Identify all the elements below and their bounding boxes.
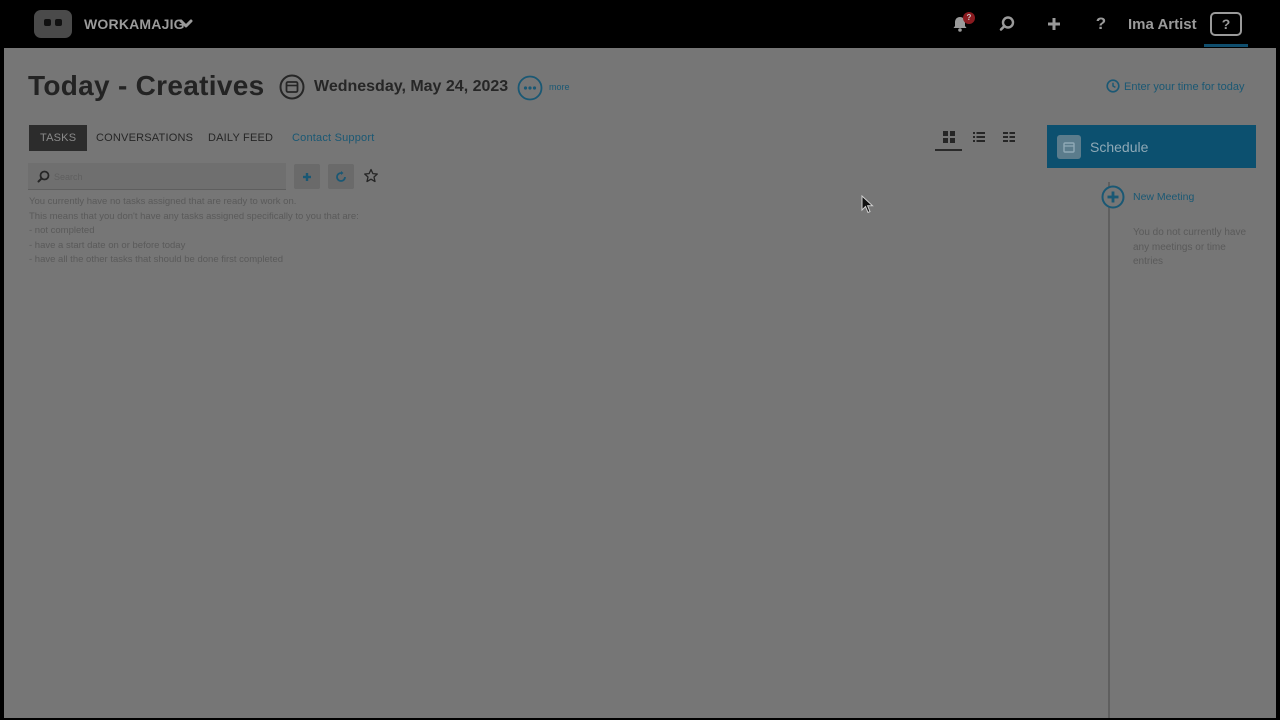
add-task-button[interactable] <box>294 164 320 189</box>
refresh-icon <box>336 171 346 182</box>
current-date[interactable]: Wednesday, May 24, 2023 <box>314 78 508 96</box>
schedule-header[interactable]: Schedule <box>1047 125 1256 168</box>
search-icon[interactable] <box>997 14 1017 34</box>
help-box-button[interactable]: ? <box>1210 12 1242 36</box>
no-tasks-line: This means that you don't have any tasks… <box>29 210 359 222</box>
logo-eye-right <box>55 19 62 26</box>
task-search-box[interactable] <box>28 163 286 190</box>
more-icon[interactable] <box>517 75 543 101</box>
search-input[interactable] <box>54 167 279 186</box>
clock-icon[interactable] <box>1106 79 1120 93</box>
help-active-indicator <box>1204 44 1248 47</box>
no-tasks-message: You currently have no tasks assigned tha… <box>29 195 359 268</box>
contact-support-link[interactable]: Contact Support <box>292 125 375 151</box>
refresh-button[interactable] <box>328 164 354 189</box>
help-icon[interactable]: ? <box>1091 14 1111 34</box>
notification-badge: ? <box>963 12 975 24</box>
schedule-divider <box>1108 182 1110 718</box>
add-circle-icon[interactable] <box>1101 185 1125 209</box>
tab-daily-feed[interactable]: DAILY FEED <box>208 125 273 151</box>
main-content: Today - Creatives Wednesday, May 24, 202… <box>4 48 1276 718</box>
no-tasks-line: - have a start date on or before today <box>29 239 186 251</box>
page-title: Today - Creatives <box>28 70 265 101</box>
brand-name[interactable]: WORKAMAJIG <box>84 16 185 32</box>
calendar-icon <box>1057 135 1081 159</box>
user-name[interactable]: Ima Artist <box>1128 16 1197 33</box>
search-icon <box>37 170 50 183</box>
enter-time-link[interactable]: Enter your time for today <box>1124 81 1244 93</box>
top-nav-bar: WORKAMAJIG ? ? Ima Artist ? <box>0 0 1280 48</box>
grid-view-icon[interactable] <box>942 130 956 144</box>
no-tasks-line: - have all the other tasks that should b… <box>29 254 284 265</box>
no-tasks-line: You currently have no tasks assigned tha… <box>29 196 297 207</box>
calendar-icon[interactable] <box>279 74 305 100</box>
active-view-indicator <box>935 149 962 151</box>
plus-icon[interactable] <box>1044 14 1064 34</box>
no-tasks-line: - not completed <box>29 225 95 236</box>
mouse-cursor-icon <box>861 195 874 214</box>
no-meetings-message: You do not currently have any meetings o… <box>1133 227 1247 267</box>
detail-list-view-icon[interactable] <box>1002 130 1016 144</box>
schedule-title: Schedule <box>1090 139 1149 155</box>
more-link[interactable]: more <box>549 82 570 92</box>
list-view-icon[interactable] <box>972 130 986 144</box>
star-icon[interactable] <box>363 168 379 184</box>
tab-tasks[interactable]: TASKS <box>29 125 88 151</box>
new-meeting-link[interactable]: New Meeting <box>1133 191 1194 203</box>
tab-conversations[interactable]: CONVERSATIONS <box>96 125 193 151</box>
logo-eye-left <box>44 19 51 26</box>
workamajig-logo-icon[interactable] <box>34 10 72 38</box>
plus-icon <box>303 173 311 181</box>
chevron-down-icon[interactable] <box>179 18 193 30</box>
